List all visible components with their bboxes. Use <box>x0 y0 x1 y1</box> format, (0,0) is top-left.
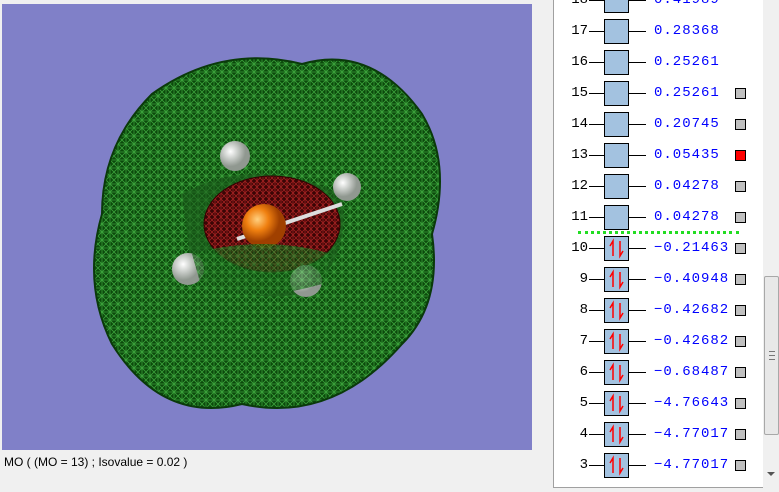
orbital-box[interactable] <box>604 143 629 168</box>
orbital-box[interactable] <box>604 391 629 416</box>
orbital-number: 11 <box>571 209 588 225</box>
orbital-number: 15 <box>571 85 588 101</box>
orbital-box[interactable] <box>604 81 629 106</box>
electron-pair-icon <box>609 362 624 383</box>
orbital-energy: −0.21463 <box>654 240 730 256</box>
orbital-row[interactable]: 16 0.25261 <box>554 47 764 78</box>
orbital-energy: 0.04278 <box>654 209 720 225</box>
orbital-energy: 0.05435 <box>654 147 720 163</box>
orbital-box[interactable] <box>604 50 629 75</box>
electron-pair-icon <box>609 269 624 290</box>
orbital-number: 8 <box>579 302 588 318</box>
orbital-box[interactable] <box>604 453 629 478</box>
molecule-viewport[interactable] <box>2 4 532 450</box>
scrollbar[interactable] <box>763 0 779 488</box>
orbital-box[interactable] <box>604 19 629 44</box>
orbital-number: 16 <box>571 54 588 70</box>
orbital-energy: 0.25261 <box>654 54 720 70</box>
orbital-box[interactable] <box>604 267 629 292</box>
orbital-number: 4 <box>579 426 588 442</box>
orbital-energy: −0.40948 <box>654 271 730 287</box>
orbital-row[interactable]: 4 −4.77017 <box>554 419 764 450</box>
orbital-row[interactable]: 7 −0.42682 <box>554 326 764 357</box>
orbital-row[interactable]: 6 −0.68487 <box>554 357 764 388</box>
orbital-energy: −4.77017 <box>654 426 730 442</box>
orbital-row[interactable]: 8 −0.42682 <box>554 295 764 326</box>
orbital-box[interactable] <box>604 205 629 230</box>
orbital-row[interactable]: 10 −0.21463 <box>554 233 764 264</box>
orbital-row[interactable]: 13 0.05435 <box>554 140 764 171</box>
electron-pair-icon <box>609 424 624 445</box>
orbital-checkbox[interactable] <box>735 243 746 254</box>
orbital-checkbox[interactable] <box>735 429 746 440</box>
orbital-number: 12 <box>571 178 588 194</box>
orbital-row[interactable]: 18 0.41989 <box>554 0 764 16</box>
orbital-checkbox[interactable] <box>735 88 746 99</box>
hydrogen-atom <box>333 173 361 201</box>
orbital-row[interactable]: 3 −4.77017 <box>554 450 764 481</box>
orbital-checkbox[interactable] <box>735 460 746 471</box>
molecule-render <box>93 57 441 409</box>
orbital-box[interactable] <box>604 174 629 199</box>
scroll-down-arrow-icon[interactable] <box>767 472 775 476</box>
orbital-checkbox[interactable] <box>735 336 746 347</box>
orbital-row[interactable]: 17 0.28368 <box>554 16 764 47</box>
orbital-energy: −0.42682 <box>654 333 730 349</box>
orbital-energy: 0.41989 <box>654 0 720 8</box>
orbital-box[interactable] <box>604 422 629 447</box>
orbital-energy: 0.25261 <box>654 85 720 101</box>
orbital-row[interactable]: 12 0.04278 <box>554 171 764 202</box>
electron-pair-icon <box>609 238 624 259</box>
orbital-number: 6 <box>579 364 588 380</box>
orbital-row[interactable]: 9 −0.40948 <box>554 264 764 295</box>
orbital-row[interactable]: 14 0.20745 <box>554 109 764 140</box>
electron-pair-icon <box>609 331 624 352</box>
orbital-checkbox[interactable] <box>735 181 746 192</box>
orbital-number: 5 <box>579 395 588 411</box>
orbital-number: 18 <box>571 0 588 8</box>
orbital-checkbox[interactable] <box>735 305 746 316</box>
electron-pair-icon <box>609 300 624 321</box>
orbital-box[interactable] <box>604 236 629 261</box>
orbital-number: 13 <box>571 147 588 163</box>
mo-energy-list[interactable]: 18 0.41989 17 0.28368 16 0.25261 15 0.25261… <box>553 0 779 488</box>
orbital-box[interactable] <box>604 112 629 137</box>
orbital-row[interactable]: 11 0.04278 <box>554 202 764 233</box>
orbital-energy: −4.77017 <box>654 457 730 473</box>
orbital-checkbox[interactable] <box>735 119 746 130</box>
orbital-box[interactable] <box>604 329 629 354</box>
orbital-number: 3 <box>579 457 588 473</box>
orbital-energy: −4.76643 <box>654 395 730 411</box>
orbital-energy: 0.04278 <box>654 178 720 194</box>
orbital-row[interactable]: 15 0.25261 <box>554 78 764 109</box>
orbital-box[interactable] <box>604 298 629 323</box>
orbital-energy: 0.20745 <box>654 116 720 132</box>
orbital-energy: −0.68487 <box>654 364 730 380</box>
orbital-row[interactable]: 5 −4.76643 <box>554 388 764 419</box>
orbital-number: 7 <box>579 333 588 349</box>
iron-atom <box>242 204 286 248</box>
grip-icon <box>769 351 775 360</box>
isovalue-caption: MO ( (MO = 13) ; Isovalue = 0.02 ) <box>4 455 188 469</box>
orbital-number: 10 <box>571 240 588 256</box>
orbital-number: 9 <box>579 271 588 287</box>
orbital-energy: 0.28368 <box>654 23 720 39</box>
orbital-box[interactable] <box>604 360 629 385</box>
orbital-checkbox[interactable] <box>735 212 746 223</box>
orbital-energy: −0.42682 <box>654 302 730 318</box>
scrollbar-thumb[interactable] <box>764 276 779 435</box>
orbital-checkbox[interactable] <box>735 367 746 378</box>
orbital-number: 17 <box>571 23 588 39</box>
orbital-checkbox[interactable] <box>735 274 746 285</box>
orbital-checkbox[interactable] <box>735 398 746 409</box>
hydrogen-atom <box>220 141 250 171</box>
orbital-box[interactable] <box>604 0 629 13</box>
homo-lumo-divider <box>578 231 739 234</box>
orbital-checkbox[interactable] <box>735 150 746 161</box>
orbital-number: 14 <box>571 116 588 132</box>
electron-pair-icon <box>609 455 624 476</box>
electron-pair-icon <box>609 393 624 414</box>
